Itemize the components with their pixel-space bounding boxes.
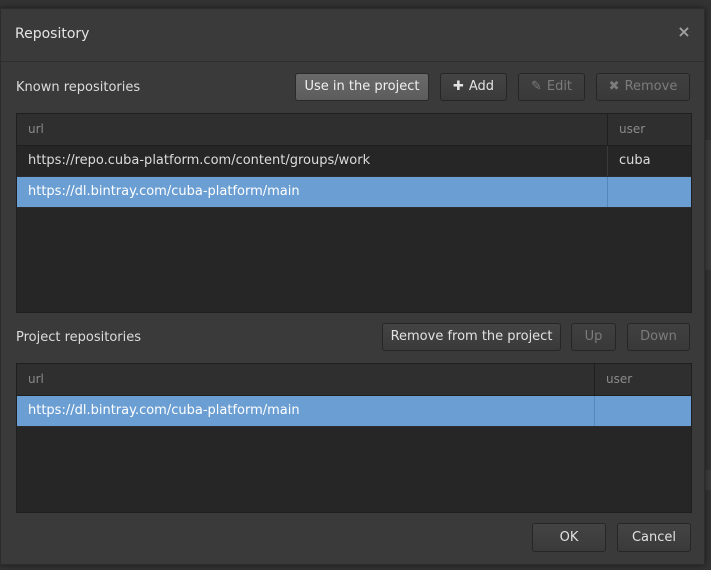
url-cell: https://dl.bintray.com/cuba-platform/mai… [28,403,300,418]
remove-button-label: Remove [624,79,678,94]
plus-icon: ✚ [452,79,464,94]
column-header-user[interactable]: user [607,114,691,145]
pencil-icon: ✎ [530,79,542,94]
url-cell: https://repo.cuba-platform.com/content/g… [28,153,371,168]
dialog-title: Repository [15,26,90,42]
column-header-url[interactable]: url [17,364,594,395]
user-cell [594,396,691,426]
project-repositories-table: url user https://dl.bintray.com/cuba-pla… [16,363,692,513]
user-cell: cuba [607,146,691,176]
x-icon: ✖ [608,79,620,94]
table-header: url user [17,114,691,146]
table-row[interactable]: https://dl.bintray.com/cuba-platform/mai… [17,396,691,427]
add-button[interactable]: ✚ Add [440,73,507,101]
edit-button[interactable]: ✎ Edit [518,73,585,101]
down-button[interactable]: Down [627,323,690,351]
add-button-label: Add [468,79,495,94]
repository-dialog: Repository × Known repositories Use in t… [0,8,705,565]
known-repositories-label: Known repositories [16,80,141,95]
column-header-url[interactable]: url [17,114,607,145]
ok-button[interactable]: OK [532,523,606,552]
use-in-project-button[interactable]: Use in the project [295,73,429,101]
project-repositories-label: Project repositories [16,330,142,345]
dialog-header: Repository × [1,9,704,62]
known-repositories-table: url user https://repo.cuba-platform.com/… [16,113,692,313]
table-row[interactable]: https://dl.bintray.com/cuba-platform/mai… [17,177,691,208]
remove-from-project-button[interactable]: Remove from the project [382,323,561,351]
column-header-user[interactable]: user [594,364,691,395]
url-cell: https://dl.bintray.com/cuba-platform/mai… [28,184,300,199]
remove-button[interactable]: ✖ Remove [596,73,690,101]
table-header: url user [17,364,691,396]
user-cell [607,177,691,207]
up-button[interactable]: Up [571,323,616,351]
edit-button-label: Edit [546,79,573,94]
close-icon[interactable]: × [676,23,692,41]
cancel-button[interactable]: Cancel [617,523,691,552]
table-row[interactable]: https://repo.cuba-platform.com/content/g… [17,146,691,177]
